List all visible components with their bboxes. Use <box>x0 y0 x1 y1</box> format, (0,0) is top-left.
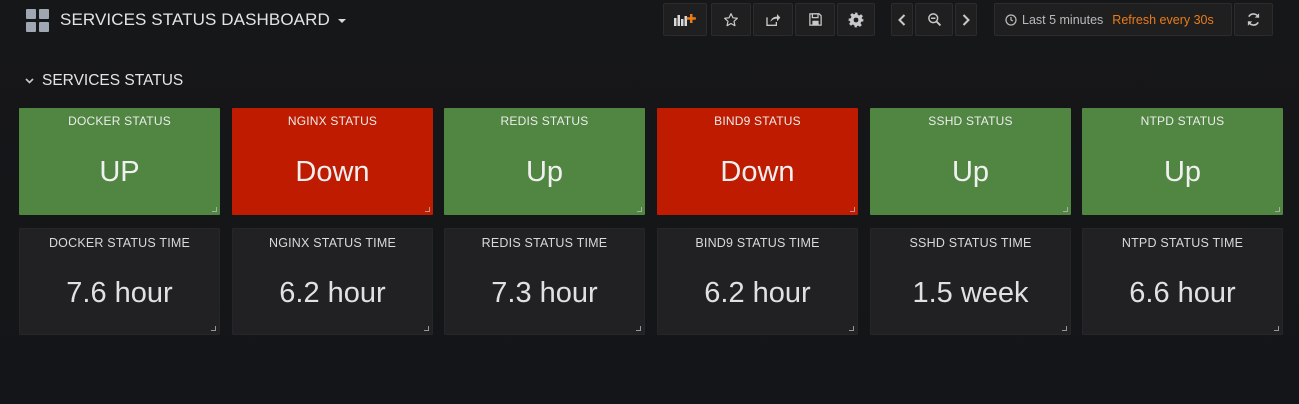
settings-button[interactable] <box>837 3 875 36</box>
refresh-icon <box>1247 13 1260 26</box>
panel-title[interactable]: BIND9 STATUS <box>657 114 858 128</box>
panel-ntpd-status[interactable]: NTPD STATUS Up <box>1082 108 1283 215</box>
panel-value: Up <box>1163 156 1202 188</box>
resize-handle[interactable] <box>1275 207 1280 212</box>
resize-handle[interactable] <box>211 326 216 331</box>
add-panel-icon <box>674 13 696 26</box>
row-title: SERVICES STATUS <box>42 72 184 89</box>
chevron-right-icon <box>962 13 970 26</box>
panel-title[interactable]: NTPD STATUS <box>1082 114 1283 128</box>
chevron-left-icon <box>898 13 906 26</box>
panel-title[interactable]: REDIS STATUS <box>444 114 645 128</box>
time-range-picker[interactable]: Last 5 minutes Refresh every 30s <box>994 3 1232 36</box>
panel-sshd-status[interactable]: SSHD STATUS Up <box>870 108 1071 215</box>
share-dashboard-button[interactable] <box>753 3 793 36</box>
resize-handle[interactable] <box>850 207 855 212</box>
resize-handle[interactable] <box>1063 207 1068 212</box>
panel-title[interactable]: SSHD STATUS <box>870 114 1071 128</box>
resize-handle[interactable] <box>636 326 641 331</box>
panel-docker-status[interactable]: DOCKER STATUS UP <box>19 108 220 215</box>
resize-handle[interactable] <box>424 326 429 331</box>
panel-title[interactable]: SSHD STATUS TIME <box>871 236 1070 250</box>
panel-docker-status-time[interactable]: DOCKER STATUS TIME 7.6 hour <box>19 228 220 335</box>
star-dashboard-button[interactable] <box>711 3 751 36</box>
refresh-button[interactable] <box>1234 3 1273 36</box>
resize-handle[interactable] <box>425 207 430 212</box>
panel-value: 1.5 week <box>912 277 1029 309</box>
panel-title[interactable]: BIND9 STATUS TIME <box>658 236 857 250</box>
time-shift-forward-button[interactable] <box>955 3 977 36</box>
panel-bind9-status[interactable]: BIND9 STATUS Down <box>657 108 858 215</box>
panel-value: 7.3 hour <box>491 277 598 309</box>
panel-title[interactable]: NTPD STATUS TIME <box>1083 236 1282 250</box>
dashboard-grid-icon[interactable] <box>26 9 49 32</box>
resize-handle[interactable] <box>1062 326 1067 331</box>
top-navbar: SERVICES STATUS DASHBOARD Last 5 minutes… <box>0 0 1299 40</box>
clock-icon <box>1005 13 1017 26</box>
panel-title[interactable]: NGINX STATUS TIME <box>233 236 432 250</box>
panel-nginx-status-time[interactable]: NGINX STATUS TIME 6.2 hour <box>232 228 433 335</box>
panel-title[interactable]: DOCKER STATUS <box>19 114 220 128</box>
row-collapse-toggle[interactable]: SERVICES STATUS <box>25 72 183 90</box>
panel-nginx-status[interactable]: NGINX STATUS Down <box>232 108 433 215</box>
resize-handle[interactable] <box>1274 326 1279 331</box>
panel-value: 6.2 hour <box>279 277 386 309</box>
gear-icon <box>848 12 864 27</box>
panel-value: 7.6 hour <box>66 277 173 309</box>
panel-redis-status[interactable]: REDIS STATUS Up <box>444 108 645 215</box>
refresh-interval-label: Refresh every 30s <box>1112 12 1214 27</box>
share-icon <box>766 13 781 26</box>
resize-handle[interactable] <box>637 207 642 212</box>
panel-value: UP <box>99 156 140 188</box>
save-dashboard-button[interactable] <box>795 3 835 36</box>
panel-title[interactable]: NGINX STATUS <box>232 114 433 128</box>
panel-value: Up <box>951 156 990 188</box>
chevron-down-icon <box>25 78 34 84</box>
star-icon <box>724 12 738 26</box>
time-shift-back-button[interactable] <box>891 3 913 36</box>
panel-sshd-status-time[interactable]: SSHD STATUS TIME 1.5 week <box>870 228 1071 335</box>
panel-title[interactable]: DOCKER STATUS TIME <box>20 236 219 250</box>
panel-bind9-status-time[interactable]: BIND9 STATUS TIME 6.2 hour <box>657 228 858 335</box>
panel-value: 6.2 hour <box>704 277 811 309</box>
resize-handle[interactable] <box>849 326 854 331</box>
panel-value: 6.6 hour <box>1129 277 1236 309</box>
panel-value: Down <box>295 156 370 188</box>
zoom-out-icon <box>927 13 941 27</box>
panel-value: Up <box>525 156 564 188</box>
time-range-label: Last 5 minutes <box>1022 12 1104 27</box>
caret-down-icon <box>337 19 346 23</box>
resize-handle[interactable] <box>212 207 217 212</box>
add-panel-button[interactable] <box>663 3 707 36</box>
save-icon <box>808 13 822 26</box>
dashboard-title: SERVICES STATUS DASHBOARD <box>60 10 330 29</box>
panel-title[interactable]: REDIS STATUS TIME <box>445 236 644 250</box>
panel-value: Down <box>720 156 795 188</box>
zoom-out-button[interactable] <box>915 3 953 36</box>
panel-ntpd-status-time[interactable]: NTPD STATUS TIME 6.6 hour <box>1082 228 1283 335</box>
dashboard-title-dropdown[interactable]: SERVICES STATUS DASHBOARD <box>60 10 346 30</box>
panel-redis-status-time[interactable]: REDIS STATUS TIME 7.3 hour <box>444 228 645 335</box>
